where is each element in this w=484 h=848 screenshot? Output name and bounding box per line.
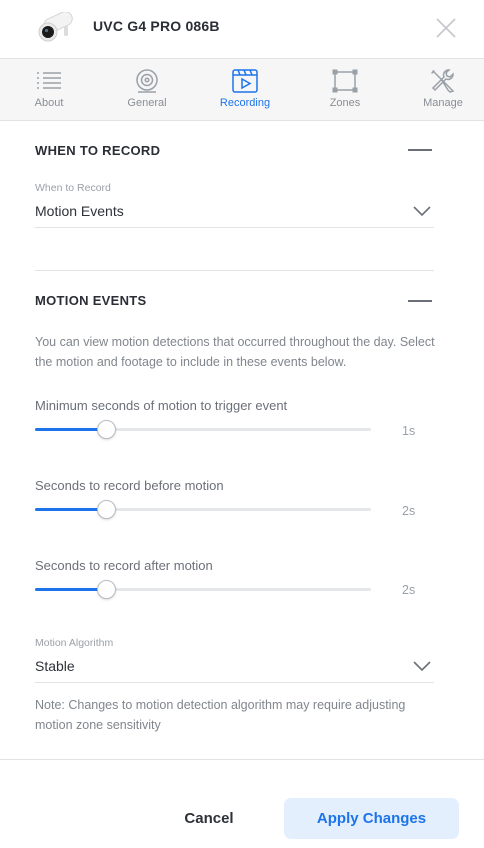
post-record-seconds-value: 2s — [402, 583, 416, 597]
min-motion-seconds-slider[interactable] — [35, 419, 371, 439]
tab-manage[interactable]: Manage — [394, 59, 484, 121]
slider-fill — [35, 428, 106, 431]
motion-algorithm-note: Note: Changes to motion detection algori… — [35, 698, 406, 732]
zones-icon — [332, 69, 358, 93]
recording-settings-panel: WHEN TO RECORD When to Record Motion Eve… — [0, 121, 484, 759]
pre-record-seconds-value: 2s — [402, 504, 416, 518]
tab-general[interactable]: General — [98, 59, 196, 121]
tab-about[interactable]: About — [0, 59, 98, 121]
when-to-record-select[interactable]: Motion Events — [35, 198, 434, 228]
tab-general-label: General — [127, 97, 167, 109]
dialog-header: UVC G4 PRO 086B — [0, 0, 484, 58]
tab-zones-label: Zones — [329, 97, 361, 109]
motion-events-title: MOTION EVENTS — [35, 293, 147, 308]
close-icon[interactable] — [432, 14, 460, 42]
tab-zones[interactable]: Zones — [296, 59, 394, 121]
camera-icon — [34, 11, 78, 44]
tab-about-label: About — [34, 97, 64, 109]
slider-thumb[interactable] — [96, 500, 116, 519]
slider-fill — [35, 508, 106, 511]
tab-manage-label: Manage — [423, 97, 463, 109]
pre-record-seconds-slider[interactable] — [35, 499, 371, 519]
post-record-seconds-label: Seconds to record after motion — [35, 558, 213, 573]
list-icon — [37, 72, 61, 89]
chevron-down-icon — [413, 661, 431, 672]
slider-thumb[interactable] — [96, 580, 116, 599]
cancel-button[interactable]: Cancel — [164, 798, 254, 838]
motion-algorithm-value: Stable — [35, 658, 75, 674]
dialog-footer: Cancel Apply Changes — [0, 759, 484, 848]
post-record-seconds-slider[interactable] — [35, 579, 371, 599]
motion-algorithm-select[interactable]: Stable — [35, 653, 434, 683]
slider-fill — [35, 588, 106, 591]
when-to-record-title: WHEN TO RECORD — [35, 143, 161, 158]
motion-algorithm-label: Motion Algorithm — [35, 637, 114, 649]
tab-recording[interactable]: Recording — [196, 59, 294, 121]
section-divider — [35, 270, 434, 271]
when-to-record-collapse-button[interactable] — [408, 149, 432, 151]
min-motion-seconds-label: Minimum seconds of motion to trigger eve… — [35, 398, 288, 413]
pre-record-seconds-label: Seconds to record before motion — [35, 478, 224, 493]
when-to-record-value: Motion Events — [35, 203, 124, 219]
motion-events-description: You can view motion detections that occu… — [35, 335, 435, 369]
recording-icon — [232, 69, 258, 93]
min-motion-seconds-value: 1s — [402, 424, 416, 438]
camera-lens-icon — [136, 69, 158, 93]
tools-icon — [431, 69, 455, 93]
device-name: UVC G4 PRO 086B — [93, 18, 220, 34]
apply-changes-button[interactable]: Apply Changes — [284, 798, 459, 839]
motion-events-collapse-button[interactable] — [408, 300, 432, 302]
chevron-down-icon — [413, 206, 431, 217]
slider-thumb[interactable] — [96, 420, 116, 439]
when-to-record-label: When to Record — [35, 182, 111, 194]
tab-recording-label: Recording — [219, 97, 271, 109]
settings-tabs: About General Recording Zones Manage — [0, 58, 484, 121]
